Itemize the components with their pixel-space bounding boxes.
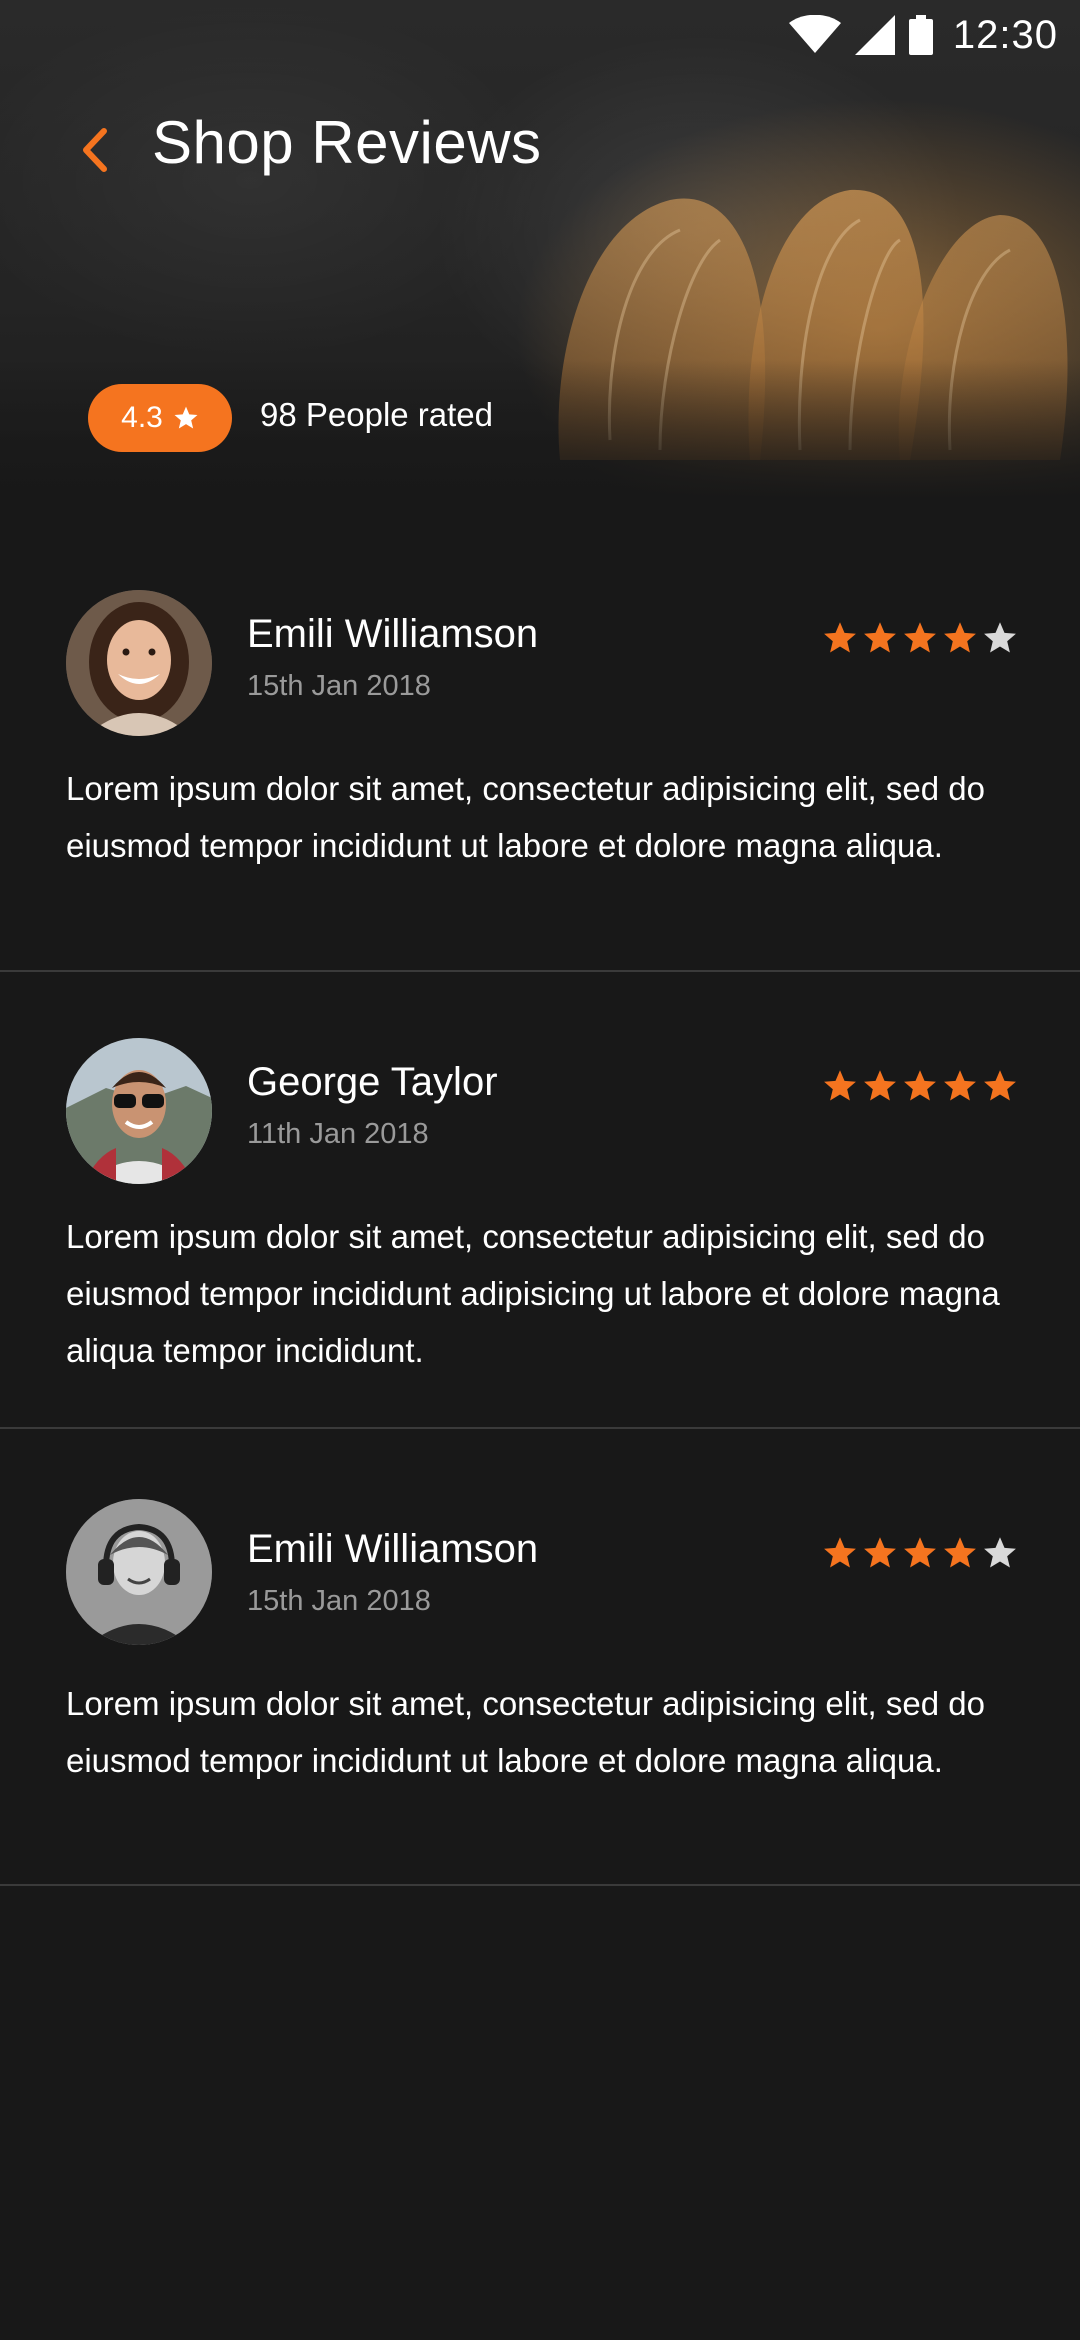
average-rating-value: 4.3 — [121, 401, 163, 434]
review-text: Lorem ipsum dolor sit amet, consectetur … — [66, 1218, 1000, 1369]
star-rating — [822, 1535, 1018, 1571]
star-empty-icon — [984, 1537, 1016, 1568]
star-filled-icon — [904, 1070, 936, 1101]
star-icon — [174, 406, 198, 429]
star-filled-icon — [864, 622, 896, 653]
page-title: Shop Reviews — [152, 109, 542, 176]
reviewer-name: George Taylor — [247, 1060, 498, 1104]
chevron-left-icon — [83, 128, 107, 172]
reviewer-name: Emili Williamson — [247, 612, 539, 656]
avatar[interactable] — [66, 1038, 212, 1184]
star-filled-icon — [824, 1070, 856, 1101]
back-button[interactable] — [66, 122, 122, 178]
people-rated-count: 98 People rated — [260, 396, 494, 433]
review-text: Lorem ipsum dolor sit amet, consectetur … — [66, 1685, 985, 1779]
avatar[interactable] — [66, 590, 212, 736]
star-empty-icon — [984, 622, 1016, 653]
wifi-icon — [788, 15, 841, 53]
status-bar: 12:30 — [0, 0, 1080, 70]
review-card: Emili Williamson 15th Jan 2018 Lorem ips… — [0, 560, 1080, 972]
star-filled-icon — [944, 1070, 976, 1101]
star-filled-icon — [984, 1070, 1016, 1101]
star-rating — [822, 1068, 1018, 1104]
star-filled-icon — [944, 622, 976, 653]
star-filled-icon — [944, 1537, 976, 1568]
star-filled-icon — [824, 622, 856, 653]
review-date: 11th Jan 2018 — [247, 1118, 429, 1150]
star-rating — [822, 620, 1018, 656]
star-filled-icon — [864, 1537, 896, 1568]
star-filled-icon — [864, 1070, 896, 1101]
review-text: Lorem ipsum dolor sit amet, consectetur … — [66, 770, 985, 864]
avatar[interactable] — [66, 1499, 212, 1645]
review-date: 15th Jan 2018 — [247, 670, 431, 702]
status-time: 12:30 — [952, 12, 1058, 57]
average-rating-badge: 4.3 — [88, 384, 232, 452]
star-filled-icon — [904, 1537, 936, 1568]
signal-icon — [854, 15, 895, 55]
reviewer-name: Emili Williamson — [247, 1527, 539, 1571]
star-filled-icon — [824, 1537, 856, 1568]
battery-icon — [908, 15, 933, 55]
review-card: George Taylor 11th Jan 2018 Lorem ipsum … — [0, 972, 1080, 1429]
review-date: 15th Jan 2018 — [247, 1585, 431, 1617]
star-filled-icon — [904, 622, 936, 653]
review-card: Emili Williamson 15th Jan 2018 Lorem ips… — [0, 1429, 1080, 1886]
